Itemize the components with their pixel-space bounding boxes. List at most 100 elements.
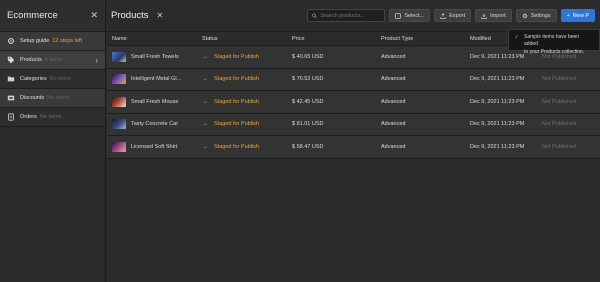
cell-product-type: Advanced xyxy=(381,76,406,83)
status-text: Staged for Publish xyxy=(214,76,259,83)
search-box[interactable] xyxy=(307,9,386,22)
import-button[interactable]: Import xyxy=(475,9,512,22)
cell-price: $ 40.65 USD xyxy=(292,53,324,60)
close-panel-icon[interactable]: ✕ xyxy=(157,11,164,20)
ecommerce-sidebar: Ecommerce ✕ Setup guide 12 steps left Pr… xyxy=(0,0,106,282)
cell-published: Not Published xyxy=(542,98,577,105)
tag-icon xyxy=(7,56,15,64)
cell-name: Intelligent Metal Gl... xyxy=(107,74,197,85)
search-icon xyxy=(312,13,318,18)
sidebar-item-orders[interactable]: Orders No items xyxy=(0,108,105,127)
product-thumbnail xyxy=(112,141,126,152)
new-product-button-label: New P xyxy=(572,12,589,19)
cell-status: → Staged for Publish xyxy=(197,121,287,127)
product-thumbnail xyxy=(112,51,126,62)
cell-name: Small Fresh Towels xyxy=(107,51,197,62)
select-button-label: Select... xyxy=(404,12,425,19)
sidebar-item-label: Categories xyxy=(20,76,47,82)
checkbox-icon xyxy=(395,12,402,19)
status-text: Staged for Publish xyxy=(214,98,259,105)
sidebar-item-label: Products xyxy=(20,57,42,63)
new-product-button[interactable]: + New P xyxy=(560,9,595,22)
page-title: Products xyxy=(111,10,149,21)
cell-modified: Dec 9, 2021 11:23 PM xyxy=(470,121,525,128)
product-thumbnail xyxy=(112,119,126,130)
sidebar-item-categories[interactable]: Categories No items xyxy=(0,70,105,89)
column-header-name[interactable]: Name xyxy=(107,36,197,42)
toast-message-line: Sample items have been added xyxy=(524,34,580,48)
column-header-product-type[interactable]: Product Type xyxy=(376,36,465,42)
table-row[interactable]: Intelligent Metal Gl... → Staged for Pub… xyxy=(107,68,600,91)
cell-published: Not Published xyxy=(542,143,577,150)
sidebar-item-sub: No items xyxy=(49,76,72,82)
arrow-right-icon: → xyxy=(202,98,208,105)
product-name: Licensed Soft Shirt xyxy=(131,143,178,150)
cell-price: $ 81.01 USD xyxy=(292,121,324,128)
product-thumbnail xyxy=(112,96,126,107)
folder-icon xyxy=(7,75,15,83)
arrow-right-icon: → xyxy=(202,143,208,150)
toolbar-actions: Select... Export Import Settings + New P xyxy=(307,9,595,22)
plus-icon: + xyxy=(566,12,570,19)
import-button-label: Import xyxy=(490,12,506,19)
chevron-right-icon: › xyxy=(95,55,98,65)
export-button-label: Export xyxy=(449,12,466,19)
sidebar-item-label: Orders xyxy=(20,114,37,120)
status-text: Staged for Publish xyxy=(214,121,259,128)
cell-name: Licensed Soft Shirt xyxy=(107,141,197,152)
close-sidebar-icon[interactable]: ✕ xyxy=(90,10,98,21)
cell-product-type: Advanced xyxy=(381,121,406,128)
product-thumbnail xyxy=(112,74,126,85)
arrow-right-icon: → xyxy=(202,53,208,60)
sidebar-item-label: Setup guide xyxy=(20,38,50,44)
cell-published: Not Published xyxy=(542,121,577,128)
cell-name: Small Fresh Mouse xyxy=(107,96,197,107)
cell-price: $ 42.45 USD xyxy=(292,98,324,105)
cell-price: $ 70.53 USD xyxy=(292,76,324,83)
sidebar-header: Ecommerce ✕ xyxy=(0,0,105,32)
gear-icon xyxy=(7,37,15,45)
export-icon xyxy=(440,12,446,19)
discount-icon xyxy=(7,94,15,102)
products-panel: Products ✕ Select... Export Import Setti… xyxy=(107,0,600,282)
product-name: Tasty Concrete Car xyxy=(131,121,179,128)
table-row[interactable]: Licensed Soft Shirt → Staged for Publish… xyxy=(107,136,600,159)
toast-message-line: to your Products collection. xyxy=(524,48,585,55)
arrow-right-icon: → xyxy=(202,121,208,128)
cell-status: → Staged for Publish xyxy=(197,99,287,105)
sidebar-item-sub: 5 items xyxy=(44,57,63,63)
table-row[interactable]: Tasty Concrete Car → Staged for Publish … xyxy=(107,113,600,136)
settings-button-label: Settings xyxy=(530,12,551,19)
column-header-status[interactable]: Status xyxy=(197,36,287,42)
cell-status: → Staged for Publish xyxy=(197,76,287,82)
cell-product-type: Advanced xyxy=(381,143,406,150)
gear-icon xyxy=(522,13,527,18)
sidebar-item-discounts[interactable]: Discounts No items xyxy=(0,89,105,108)
sidebar-item-setup-guide[interactable]: Setup guide 12 steps left xyxy=(0,32,105,51)
cell-modified: Dec 9, 2021 11:23 PM xyxy=(470,76,525,83)
orders-icon xyxy=(7,113,15,121)
cell-published: Not Published xyxy=(542,76,577,83)
cell-product-type: Advanced xyxy=(381,98,406,105)
cell-price: $ 58.47 USD xyxy=(292,143,324,150)
arrow-right-icon: → xyxy=(202,76,208,83)
cell-modified: Dec 9, 2021 11:23 PM xyxy=(470,98,525,105)
sidebar-item-sub: No items xyxy=(39,114,62,120)
search-input[interactable] xyxy=(320,12,381,19)
settings-button[interactable]: Settings xyxy=(515,9,557,22)
column-header-price[interactable]: Price xyxy=(287,36,376,42)
toast-notification: ✓ Sample items have been added to your P… xyxy=(508,29,600,55)
export-button[interactable]: Export xyxy=(434,9,472,22)
products-toolbar: Products ✕ Select... Export Import Setti… xyxy=(107,0,600,32)
status-text: Staged for Publish xyxy=(214,143,259,150)
sidebar-item-sub: No items xyxy=(47,95,69,101)
table-row[interactable]: Small Fresh Mouse → Staged for Publish $… xyxy=(107,91,600,114)
sidebar-item-sub: 12 steps left xyxy=(52,38,83,44)
select-button[interactable]: Select... xyxy=(389,9,431,22)
sidebar-item-products[interactable]: Products 5 items › xyxy=(0,51,105,70)
check-icon: ✓ xyxy=(514,35,520,41)
cell-status: → Staged for Publish xyxy=(197,144,287,150)
cell-product-type: Advanced xyxy=(381,53,406,60)
toast-message: Sample items have been added to your Pro… xyxy=(524,34,594,55)
status-text: Staged for Publish xyxy=(214,53,259,60)
